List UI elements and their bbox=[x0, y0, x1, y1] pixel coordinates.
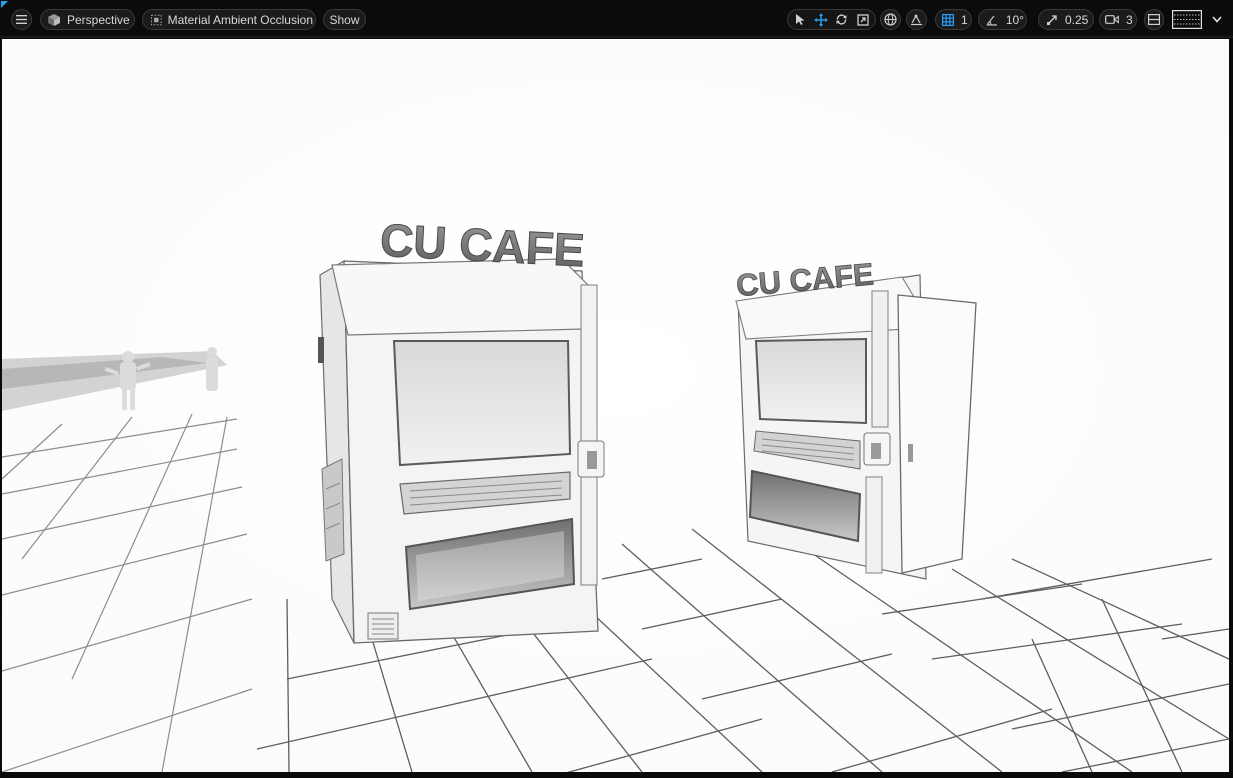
viewport-size-icon bbox=[1172, 9, 1202, 29]
chevron-down-icon bbox=[1211, 16, 1222, 23]
sign-left-text: CU CAFE bbox=[379, 214, 586, 277]
view-mode-dropdown[interactable]: Perspective bbox=[40, 9, 135, 30]
layout-icon bbox=[1148, 14, 1160, 25]
scale-icon bbox=[856, 13, 869, 26]
grid-snap-value: 1 bbox=[961, 12, 968, 27]
rotate-arrows-icon bbox=[836, 14, 847, 25]
perspective-cube-icon bbox=[48, 13, 60, 26]
viewport-toolbar: Perspective Material Ambient Occlusion S… bbox=[0, 0, 1233, 38]
show-label: Show bbox=[329, 12, 360, 27]
show-flags-dropdown[interactable]: Show bbox=[323, 9, 366, 30]
translate-tool-button[interactable] bbox=[811, 10, 830, 29]
viewport-menu-button[interactable] bbox=[11, 9, 32, 30]
viewport-options-dropdown[interactable] bbox=[1207, 10, 1226, 29]
buffer-visualization-dropdown[interactable]: Material Ambient Occlusion bbox=[142, 9, 316, 30]
translate-arrows-icon bbox=[813, 12, 828, 27]
select-arrow-icon bbox=[795, 14, 804, 25]
scene-render: CU CAFE CU CAFE bbox=[2, 39, 1229, 772]
camera-icon bbox=[1105, 15, 1119, 24]
3d-viewport[interactable]: CU CAFE CU CAFE bbox=[2, 39, 1229, 772]
grid-snap-dropdown[interactable]: 1 bbox=[935, 9, 972, 30]
view-mode-label: Perspective bbox=[67, 12, 130, 27]
rotation-snap-dropdown[interactable]: 10° bbox=[978, 9, 1027, 30]
surface-snap-icon bbox=[911, 14, 922, 26]
viewport-size-button[interactable] bbox=[1172, 9, 1202, 29]
camera-speed-dropdown[interactable]: 3 bbox=[1099, 9, 1137, 30]
scale-snap-icon bbox=[1047, 14, 1057, 25]
surface-snapping-button[interactable] bbox=[906, 9, 927, 30]
scale-snap-dropdown[interactable]: 0.25 bbox=[1038, 9, 1094, 30]
buffer-visualization-label: Material Ambient Occlusion bbox=[167, 12, 313, 27]
grid-snap-icon bbox=[942, 13, 954, 26]
viewport-layout-button[interactable] bbox=[1144, 9, 1164, 30]
active-viewport-corner bbox=[1, 1, 8, 8]
buffer-visualization-icon bbox=[151, 14, 162, 25]
scale-tool-button[interactable] bbox=[853, 10, 872, 29]
select-tool-button[interactable] bbox=[790, 10, 809, 29]
angle-snap-icon bbox=[986, 15, 997, 26]
camera-speed-value: 3 bbox=[1126, 12, 1133, 27]
hamburger-menu-icon bbox=[16, 15, 27, 24]
rotation-snap-value: 10° bbox=[1005, 12, 1024, 27]
coordinate-system-button[interactable] bbox=[880, 9, 901, 30]
vending-machine-right bbox=[735, 274, 977, 580]
globe-icon bbox=[884, 13, 897, 26]
vending-machine-left bbox=[318, 258, 605, 644]
rotate-tool-button[interactable] bbox=[832, 10, 851, 29]
scale-snap-value: 0.25 bbox=[1065, 12, 1089, 27]
